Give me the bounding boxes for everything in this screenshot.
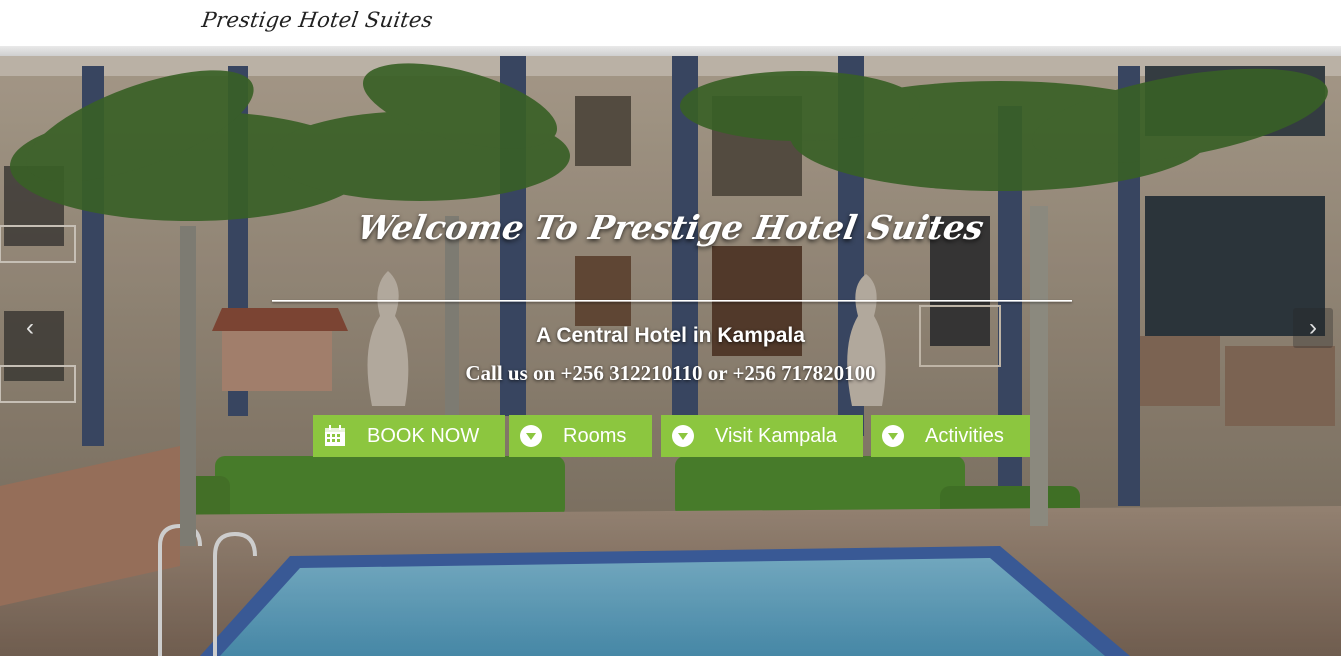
visit-kampala-label: Visit Kampala [715,424,837,447]
book-now-label: BOOK NOW [367,424,480,447]
carousel-prev-button[interactable]: ‹ [10,308,50,348]
activities-button[interactable]: Activities [871,415,1030,457]
hero-overlay [0,46,1341,656]
hero-carousel: Welcome To Prestige Hotel Suites A Centr… [0,46,1341,656]
book-now-button[interactable]: BOOK NOW [313,415,505,457]
chevron-down-circle-icon [519,424,543,448]
hero-divider [272,300,1072,302]
rooms-label: Rooms [563,424,627,447]
chevron-right-icon: › [1309,314,1317,341]
hero-headline: Welcome To Prestige Hotel Suites [354,208,987,247]
site-logo[interactable]: Prestige Hotel Suites [200,8,434,32]
hero-phone-line: Call us on +256 312210110 or +256 717820… [465,361,876,385]
chevron-down-circle-icon [671,424,695,448]
rooms-button[interactable]: Rooms [509,415,652,457]
calendar-icon [323,424,347,448]
hero-top-strip [0,46,1341,56]
chevron-left-icon: ‹ [26,314,34,341]
hero-subtitle: A Central Hotel in Kampala [536,324,805,347]
activities-label: Activities [925,424,1004,447]
visit-kampala-button[interactable]: Visit Kampala [661,415,863,457]
chevron-down-circle-icon [881,424,905,448]
carousel-next-button[interactable]: › [1293,308,1333,348]
top-navbar: Prestige Hotel Suites [0,0,1341,46]
